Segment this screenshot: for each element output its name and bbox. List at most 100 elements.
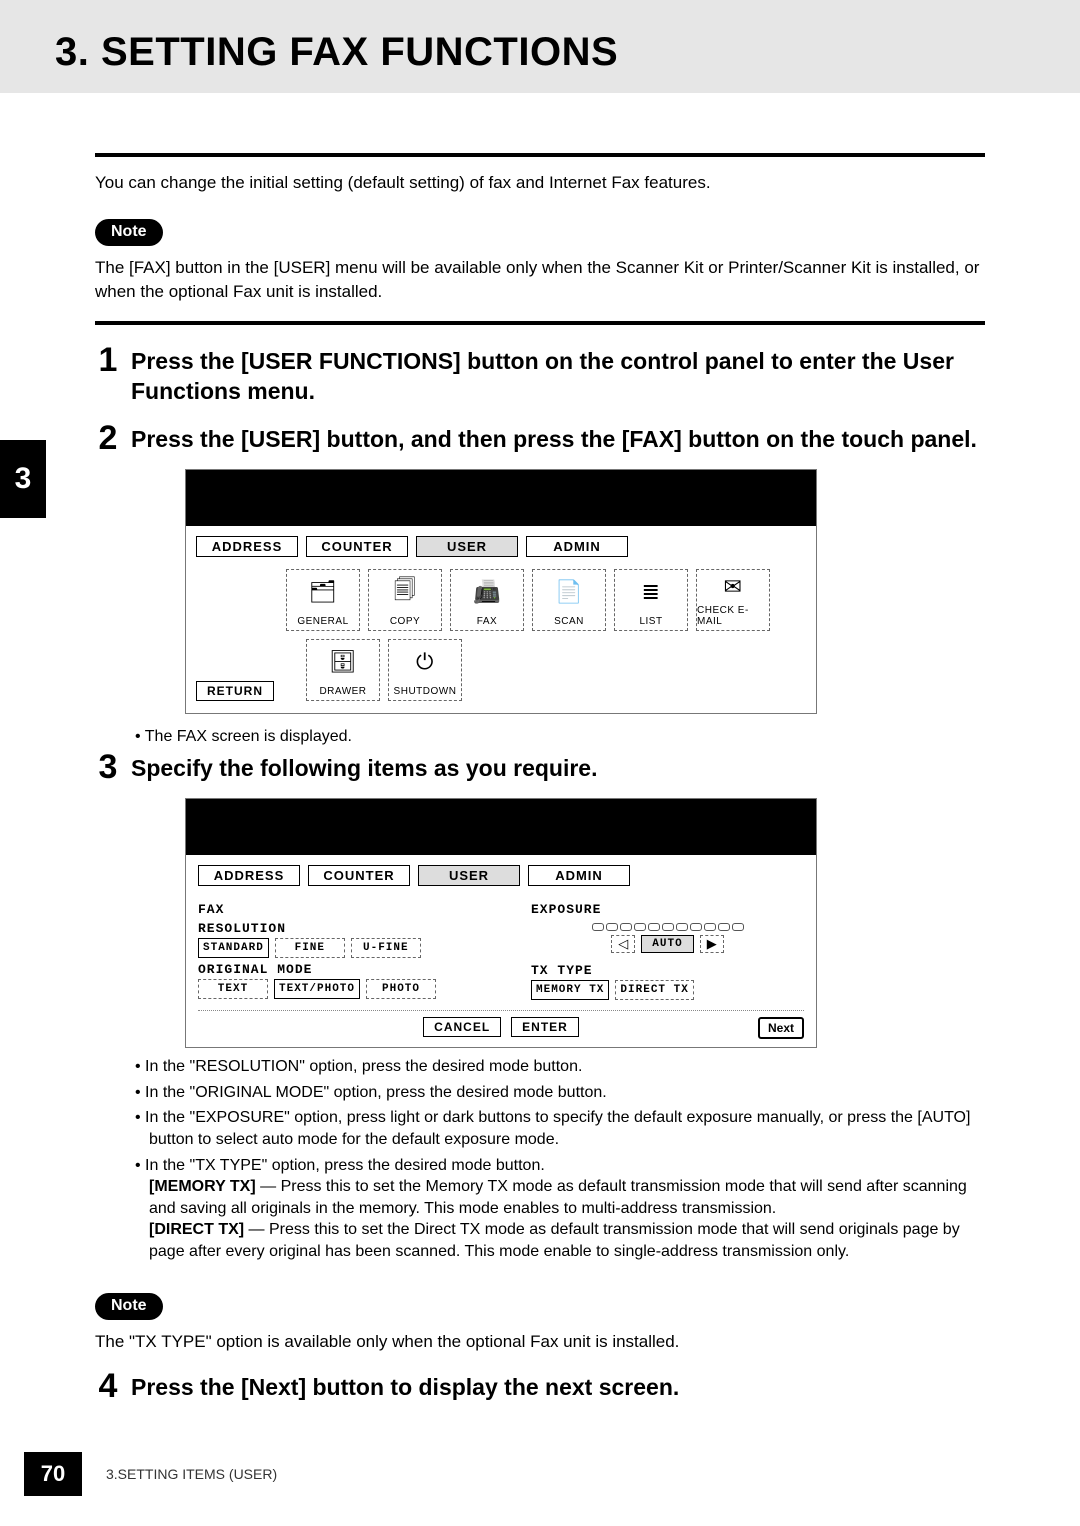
left-col: FAX RESOLUTION STANDARD FINE U-FINE ORIG… [198, 898, 471, 1000]
fax-settings-screenshot: ADDRESS COUNTER USER ADMIN FAX RESOLUTIO… [185, 798, 817, 1048]
label: SCAN [554, 616, 584, 627]
tab-admin[interactable]: ADMIN [526, 536, 628, 557]
tab-address[interactable]: ADDRESS [196, 536, 298, 557]
note-pill: Note [95, 1293, 163, 1320]
list-button[interactable]: ≣ LIST [614, 569, 688, 631]
step-number: 4 [95, 1369, 121, 1403]
standard-button[interactable]: STANDARD [198, 938, 269, 958]
two-col: FAX RESOLUTION STANDARD FINE U-FINE ORIG… [198, 898, 804, 1000]
label: SHUTDOWN [394, 686, 457, 697]
photo-button[interactable]: PHOTO [366, 979, 436, 999]
u-fine-button[interactable]: U-FINE [351, 938, 421, 958]
user-menu-screenshot: ADDRESS COUNTER USER ADMIN 🗂GENERAL 🗐 COP… [185, 469, 817, 714]
tab-strip: ADDRESS COUNTER USER ADMIN [196, 536, 806, 557]
label: FAX [477, 616, 497, 627]
tx-type-options: MEMORY TX DIRECT TX [531, 980, 804, 1000]
label: LIST [639, 616, 662, 627]
screen-body: ADDRESS COUNTER USER ADMIN FAX RESOLUTIO… [186, 855, 816, 1047]
note-block: Note The [FAX] button in the [USER] menu… [95, 195, 985, 304]
scan-icon: 📄 [555, 570, 583, 614]
tab-user[interactable]: USER [418, 865, 520, 886]
exposure-lighter-button[interactable]: ◁ [611, 935, 635, 953]
tab-address[interactable]: ADDRESS [198, 865, 300, 886]
intro-text: You can change the initial setting (defa… [95, 171, 985, 195]
cancel-button[interactable]: CANCEL [423, 1017, 501, 1037]
note-block-2: Note The "TX TYPE" option is available o… [95, 1269, 985, 1354]
fax-icon: 📠 [473, 570, 501, 614]
step-heading: Press the [USER FUNCTIONS] button on the… [131, 343, 985, 407]
email-icon: ✉ [724, 570, 743, 603]
shutdown-icon: ⏻ [416, 640, 434, 684]
copy-icon: 🗐 [394, 570, 416, 614]
step-3: 3 Specify the following items as you req… [95, 750, 985, 784]
page-content: You can change the initial setting (defa… [0, 93, 1080, 1437]
enter-button[interactable]: ENTER [511, 1017, 579, 1037]
direct-tx-button[interactable]: DIRECT TX [615, 980, 693, 1000]
fax-label: FAX [198, 902, 471, 917]
tab-admin[interactable]: ADMIN [528, 865, 630, 886]
label: GENERAL [297, 616, 348, 627]
step-4: 4 Press the [Next] button to display the… [95, 1369, 985, 1403]
shutdown-button[interactable]: ⏻ SHUTDOWN [388, 639, 462, 701]
list-icon: ≣ [642, 570, 661, 614]
memory-tx-label: [MEMORY TX] [149, 1178, 256, 1195]
chapter-title: 3. SETTING FAX FUNCTIONS [55, 30, 1025, 75]
scan-button[interactable]: 📄 SCAN [532, 569, 606, 631]
step-2: 2 Press the [USER] button, and then pres… [95, 421, 985, 455]
screen-footer: CANCEL ENTER Next [198, 1010, 804, 1037]
exposure-scale [531, 919, 804, 931]
page-number: 70 [24, 1452, 82, 1496]
note-pill: Note [95, 219, 163, 246]
resolution-options: STANDARD FINE U-FINE [198, 938, 471, 958]
drawer-button[interactable]: 🗄DRAWER [306, 639, 380, 701]
next-button[interactable]: Next [758, 1017, 804, 1039]
bullet-original-mode: In the "ORIGINAL MODE" option, press the… [135, 1082, 985, 1104]
exposure-controls: ◁ AUTO ▶ [531, 935, 804, 953]
step-number: 3 [95, 750, 121, 784]
bullet-resolution: In the "RESOLUTION" option, press the de… [135, 1056, 985, 1078]
screen-title-bar [186, 470, 816, 526]
step-heading: Specify the following items as you requi… [131, 750, 985, 784]
step-2-bullet: The FAX screen is displayed. [135, 722, 985, 750]
label: COPY [390, 616, 420, 627]
original-mode-options: TEXT TEXT/PHOTO PHOTO [198, 979, 471, 999]
exposure-auto-button[interactable]: AUTO [641, 935, 693, 953]
check-email-button[interactable]: ✉CHECK E-MAIL [696, 569, 770, 631]
memory-tx-button[interactable]: MEMORY TX [531, 980, 609, 1000]
step-heading: Press the [USER] button, and then press … [131, 421, 985, 455]
icon-row-1: 🗂GENERAL 🗐 COPY 📠 FAX 📄 SCAN ≣ LIST ✉CHECK E… [286, 569, 806, 631]
step-number: 2 [95, 421, 121, 455]
page: 3. SETTING FAX FUNCTIONS 3 You can chang… [0, 0, 1080, 1526]
bullet-exposure: In the "EXPOSURE" option, press light or… [135, 1107, 985, 1150]
fax-button[interactable]: 📠 FAX [450, 569, 524, 631]
tab-counter[interactable]: COUNTER [306, 536, 408, 557]
tab-counter[interactable]: COUNTER [308, 865, 410, 886]
note-text: The [FAX] button in the [USER] menu will… [95, 256, 985, 304]
fine-button[interactable]: FINE [275, 938, 345, 958]
return-button[interactable]: RETURN [196, 681, 274, 701]
step-number: 1 [95, 343, 121, 407]
chapter-header-bar: 3. SETTING FAX FUNCTIONS [0, 0, 1080, 93]
text-photo-button[interactable]: TEXT/PHOTO [274, 979, 360, 999]
resolution-label: RESOLUTION [198, 921, 471, 936]
exposure-label: EXPOSURE [531, 902, 804, 917]
return-row: RETURN 🗄DRAWER ⏻ SHUTDOWN [196, 639, 806, 701]
text-button[interactable]: TEXT [198, 979, 268, 999]
note-text: The "TX TYPE" option is available only w… [95, 1330, 985, 1354]
screen-body: ADDRESS COUNTER USER ADMIN 🗂GENERAL 🗐 COP… [186, 526, 816, 713]
label: CHECK E-MAIL [697, 605, 769, 627]
side-chapter-tab: 3 [0, 440, 46, 518]
bullet-tx-type: In the "TX TYPE" option, press the desir… [135, 1155, 985, 1263]
tab-user[interactable]: USER [416, 536, 518, 557]
copy-button[interactable]: 🗐 COPY [368, 569, 442, 631]
step-1: 1 Press the [USER FUNCTIONS] button on t… [95, 343, 985, 407]
screen-title-bar [186, 799, 816, 855]
horizontal-rule [95, 321, 985, 325]
tx-type-label: TX TYPE [531, 963, 804, 978]
horizontal-rule [95, 153, 985, 157]
exposure-darker-button[interactable]: ▶ [700, 935, 724, 953]
original-mode-label: ORIGINAL MODE [198, 962, 471, 977]
general-button[interactable]: 🗂GENERAL [286, 569, 360, 631]
steps-list: 1 Press the [USER FUNCTIONS] button on t… [95, 343, 985, 1403]
footer-text: 3.SETTING ITEMS (USER) [106, 1466, 277, 1482]
